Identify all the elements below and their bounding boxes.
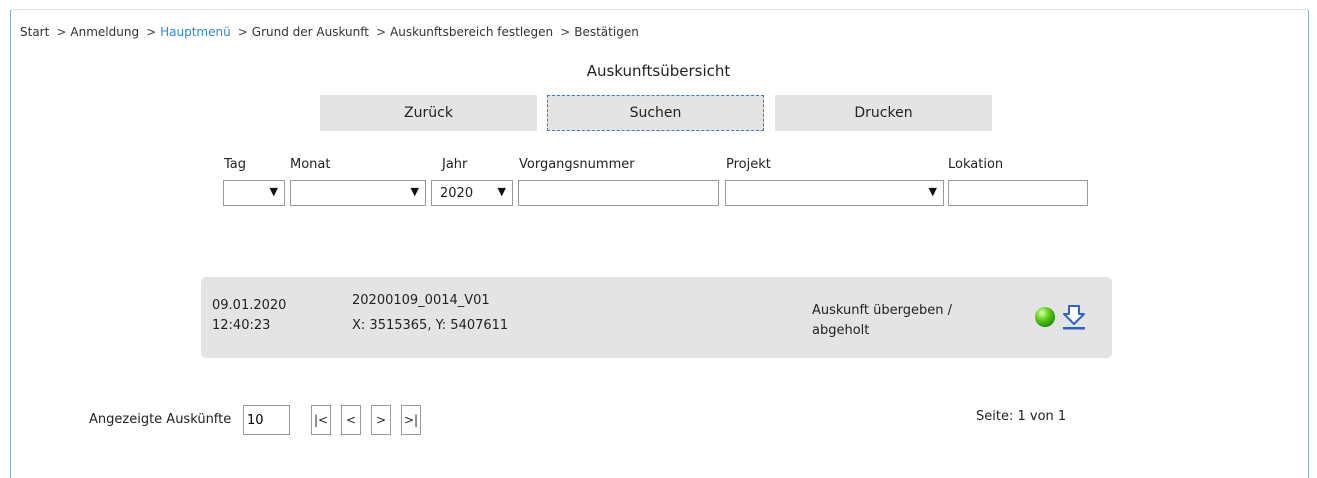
frame-top-border (10, 9, 1308, 10)
project-select[interactable]: ▼ (725, 180, 944, 206)
breadcrumb-login[interactable]: Anmeldung (70, 25, 139, 39)
breadcrumb: Start > Anmeldung > Hauptmenü > Grund der Ausk… (20, 25, 639, 39)
breadcrumb-main-menu[interactable]: Hauptmenü (160, 25, 231, 39)
case-number-label: Vorgangsnummer (519, 157, 635, 172)
shown-count-label: Angezeigte Auskünfte (89, 412, 232, 427)
breadcrumb-separator: > (237, 25, 248, 39)
green-status-dot-icon (1035, 307, 1055, 327)
result-time: 12:40:23 (212, 318, 271, 333)
breadcrumb-separator: > (56, 25, 67, 39)
month-select[interactable]: ▼ (290, 180, 426, 206)
year-value: 2020 (440, 186, 474, 201)
download-icon[interactable] (1061, 304, 1087, 332)
page-info: Seite: 1 von 1 (976, 409, 1067, 424)
breadcrumb-confirm[interactable]: Bestätigen (574, 25, 639, 39)
last-page-button[interactable]: >| (401, 405, 421, 435)
page-title: Auskunftsübersicht (586, 62, 731, 80)
chevron-down-icon: ▼ (410, 185, 419, 198)
breadcrumb-separator: > (146, 25, 157, 39)
location-input[interactable] (948, 180, 1088, 206)
search-button[interactable]: Suchen (547, 95, 764, 131)
year-label: Jahr (442, 157, 468, 172)
frame-left-border (10, 10, 11, 478)
next-page-button[interactable]: > (371, 405, 391, 435)
frame-right-border (1308, 10, 1309, 478)
breadcrumb-area[interactable]: Auskunftsbereich festlegen (390, 25, 553, 39)
chevron-down-icon: ▼ (497, 185, 506, 198)
print-button[interactable]: Drucken (775, 95, 992, 131)
location-label: Lokation (948, 157, 1004, 172)
result-row[interactable] (201, 277, 1112, 358)
result-date: 09.01.2020 (212, 298, 287, 313)
breadcrumb-start[interactable]: Start (20, 25, 49, 39)
case-number-input[interactable] (518, 180, 719, 206)
chevron-down-icon: ▼ (928, 185, 937, 198)
day-label: Tag (224, 157, 247, 172)
first-page-button[interactable]: |< (311, 405, 331, 435)
back-button[interactable]: Zurück (320, 95, 537, 131)
month-label: Monat (290, 157, 331, 172)
project-label: Projekt (726, 157, 771, 172)
result-status-line1: Auskunft übergeben / (812, 303, 952, 318)
chevron-down-icon: ▼ (269, 185, 278, 198)
result-id: 20200109_0014_V01 (352, 293, 490, 308)
breadcrumb-reason[interactable]: Grund der Auskunft (252, 25, 369, 39)
breadcrumb-separator: > (375, 25, 387, 39)
breadcrumb-separator: > (560, 25, 571, 39)
result-coords: X: 3515365, Y: 5407611 (352, 318, 509, 333)
prev-page-button[interactable]: < (341, 405, 361, 435)
shown-count-input[interactable] (243, 405, 290, 435)
year-select[interactable]: 2020 ▼ (431, 180, 513, 206)
result-status-line2: abgeholt (812, 323, 870, 338)
day-select[interactable]: ▼ (223, 180, 285, 206)
